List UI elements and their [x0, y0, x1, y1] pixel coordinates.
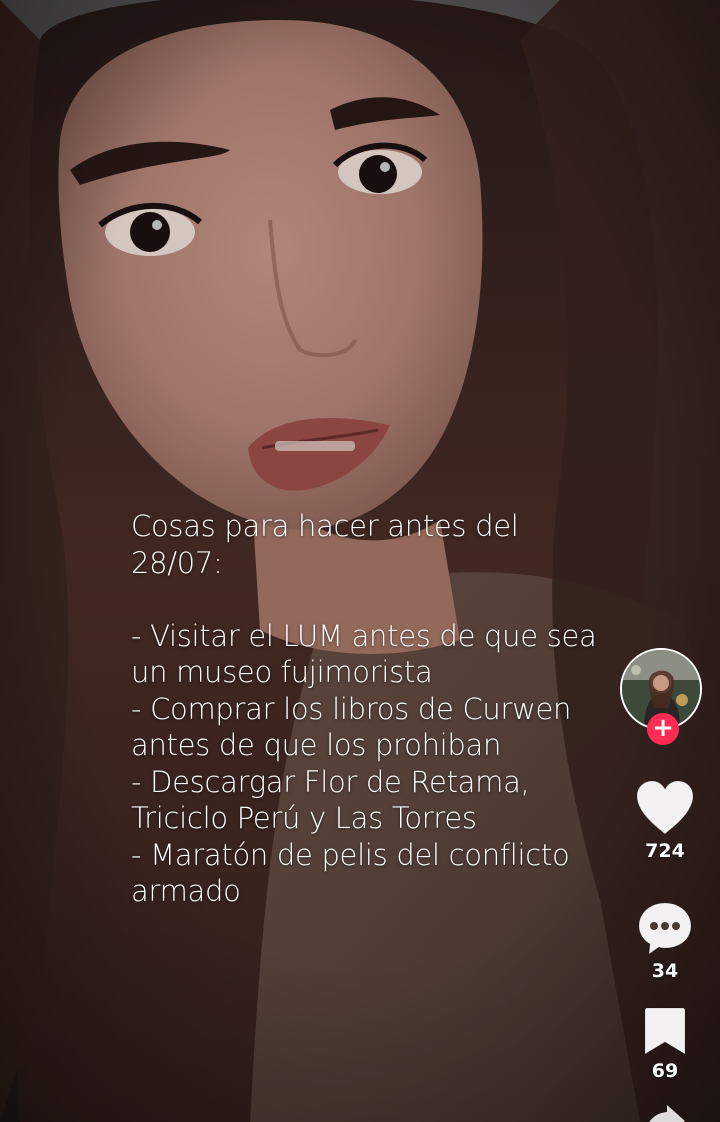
caption-line: Triciclo Perú y Las Torres [131, 801, 477, 835]
like-count: 724 [645, 840, 685, 862]
action-rail: + 724 34 69 [610, 648, 720, 1122]
heart-icon [636, 780, 694, 835]
follow-button[interactable]: + [647, 713, 679, 745]
caption-line: armado [131, 874, 241, 908]
caption-line: un museo fujimorista [131, 655, 433, 689]
caption-line: Cosas para hacer antes del [131, 509, 519, 543]
caption-line: - Comprar los libros de Curwen [131, 691, 572, 726]
caption-line: - Descargar Flor de Retama, [131, 764, 530, 799]
caption-line: 28/07: [131, 545, 223, 580]
video-caption: Cosas para hacer antes del 28/07: - Visi… [131, 508, 601, 910]
creator-avatar-group: + [620, 648, 704, 748]
caption-line [131, 581, 601, 618]
share-icon [649, 1105, 685, 1122]
caption-line: - Visitar el LUM antes de que sea [131, 618, 597, 653]
save-button[interactable]: 69 [618, 1006, 712, 1082]
plus-icon: + [652, 713, 674, 743]
caption-line: antes de que los prohiban [131, 728, 502, 762]
caption-line: - Maratón de pelis del conflicto [131, 837, 570, 872]
bookmark-icon [644, 1007, 686, 1055]
comment-button[interactable]: 34 [618, 900, 712, 982]
comment-count: 34 [651, 960, 679, 982]
video-screen[interactable]: Cosas para hacer antes del 28/07: - Visi… [0, 0, 720, 1122]
like-button[interactable]: 724 [618, 780, 712, 862]
save-count: 69 [651, 1060, 679, 1082]
share-button[interactable] [618, 1103, 712, 1122]
comment-bubble-icon [638, 902, 692, 956]
